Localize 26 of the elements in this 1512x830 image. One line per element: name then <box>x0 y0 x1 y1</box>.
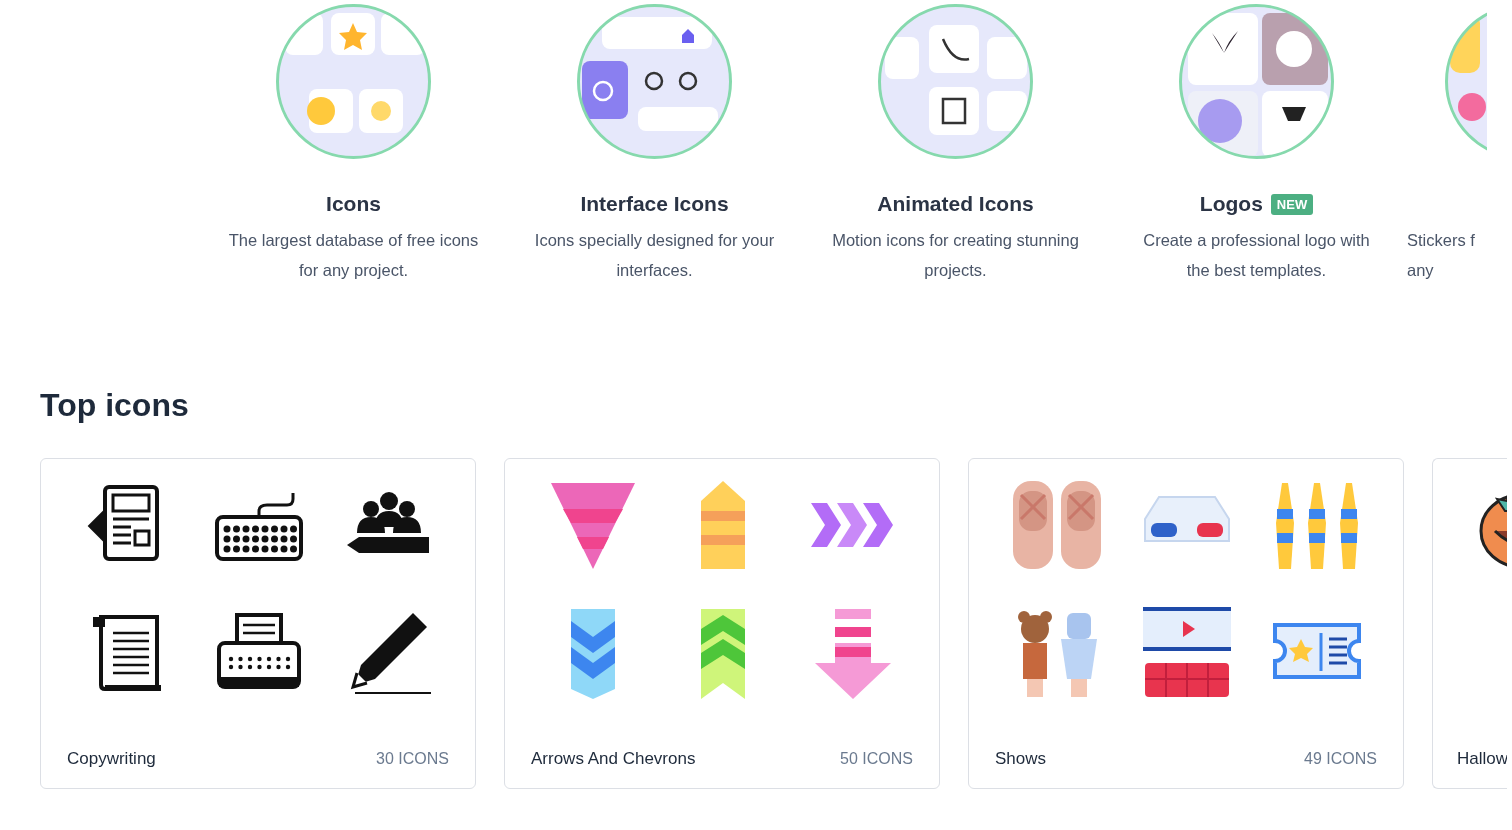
category-title[interactable]: Animated Icons <box>877 192 1034 216</box>
movie-screen-icon <box>1141 607 1233 699</box>
icon-count: 50 ICONS <box>840 750 913 768</box>
category-title[interactable]: Logos <box>1199 192 1263 216</box>
category-description: Icons specially designed for your interfaces. <box>533 230 776 281</box>
icon-pack-card[interactable]: Copywriting 30 ICONS <box>40 458 476 789</box>
icon-count: 30 ICONS <box>376 750 449 768</box>
category-image-drawing[interactable] <box>1178 3 1335 160</box>
icon-pack-card[interactable]: Shows 49 ICONS <box>968 458 1404 789</box>
section-title: Top icons <box>40 386 190 425</box>
category-description: Create a professional logo with the best templates. <box>1142 230 1371 281</box>
category-description: Motion icons for creating stunning projects. <box>831 230 1080 281</box>
new-badge: NEW <box>1270 193 1314 215</box>
pack-name: Shows <box>995 749 1047 769</box>
ballet-shoes-icon <box>1011 479 1103 571</box>
icon-pack-card[interactable]: Arrows And Chevrons 50 ICONS <box>504 458 940 789</box>
category-description: The largest database of free icons for any project. <box>228 230 479 281</box>
category-title[interactable]: Icons <box>326 192 381 216</box>
category-description: Stickers f any <box>1407 230 1476 281</box>
pack-name: Arrows And Chevrons <box>531 749 696 769</box>
category-image-drawing[interactable] <box>576 3 733 160</box>
category-image-drawing[interactable] <box>275 3 432 160</box>
category-title[interactable]: Interface Icons <box>580 192 729 216</box>
category-image-drawing[interactable] <box>877 3 1034 160</box>
icon-count: 49 ICONS <box>1304 750 1377 768</box>
pack-name: Copywriting <box>67 749 156 769</box>
